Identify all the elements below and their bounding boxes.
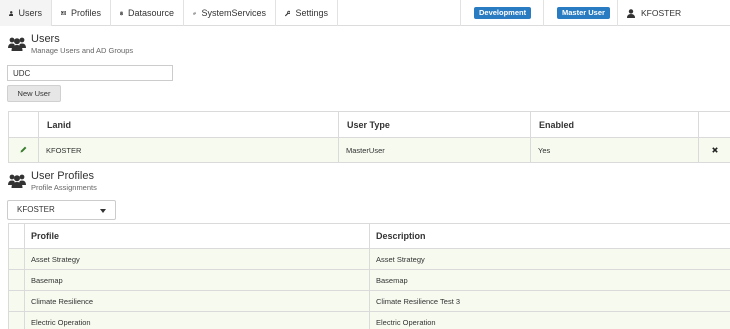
tab-users-label: Users [18,8,42,18]
delete-cell[interactable] [698,137,730,163]
environment-badge: Development [474,7,532,19]
tab-settings[interactable]: Settings [276,0,338,26]
gears-icon [193,11,197,15]
profile-cell: Asset Strategy [24,248,370,270]
tab-profiles[interactable]: Profiles [52,0,111,26]
users-group-icon [8,37,26,51]
tab-systemservices-label: SystemServices [201,8,266,18]
edit-cell[interactable] [8,137,39,163]
user-icon [9,10,14,16]
tab-settings-label: Settings [295,8,328,18]
users-table: Lanid User Type Enabled KFOSTER MasterUs… [8,111,730,163]
user-profiles-title: User Profiles [31,170,94,182]
nav-divider [460,0,461,26]
user-type-cell: MasterUser [338,137,531,163]
user-profiles-subtitle: Profile Assignments [31,183,97,192]
current-user-name: KFOSTER [641,8,682,18]
user-icon [627,8,635,18]
user-select-value: KFOSTER [17,205,55,214]
description-cell: Electric Operation [369,311,730,329]
table-row[interactable]: Asset Strategy Asset Strategy [8,248,730,270]
database-icon [120,11,123,15]
close-icon[interactable] [711,146,718,153]
tab-profiles-label: Profiles [70,8,101,18]
wrench-icon [285,10,291,16]
table-row[interactable]: Electric Operation Electric Operation [8,311,730,329]
user-search-input[interactable] [7,65,173,81]
pencil-icon[interactable] [20,146,27,153]
tab-users[interactable]: Users [0,0,52,26]
table-header-row: Lanid User Type Enabled [8,111,730,138]
tab-systemservices[interactable]: SystemServices [184,0,276,26]
description-cell: Asset Strategy [369,248,730,270]
select-column-header [8,223,25,249]
select-cell[interactable] [8,248,25,270]
users-title: Users [31,33,60,45]
edit-column-header [8,111,39,138]
column-header-description[interactable]: Description [369,223,730,249]
select-cell[interactable] [8,290,25,312]
new-user-button[interactable]: New User [7,85,61,102]
caret-down-icon [100,209,106,213]
users-subtitle: Manage Users and AD Groups [31,46,134,55]
user-select-dropdown[interactable]: KFOSTER [7,200,116,220]
nav-divider [617,0,618,26]
table-header-row: Profile Description [8,223,730,249]
profile-cell: Basemap [24,269,370,291]
select-cell[interactable] [8,269,25,291]
id-card-icon [61,11,66,15]
select-cell[interactable] [8,311,25,329]
description-cell: Basemap [369,269,730,291]
table-row[interactable]: Basemap Basemap [8,269,730,291]
column-header-user-type[interactable]: User Type [338,111,531,138]
role-badge: Master User [557,7,610,19]
profiles-table: Profile Description Asset Strategy Asset… [8,223,730,329]
column-header-enabled[interactable]: Enabled [530,111,699,138]
description-cell: Climate Resilience Test 3 [369,290,730,312]
profile-cell: Electric Operation [24,311,370,329]
tab-datasource[interactable]: Datasource [111,0,184,26]
table-row[interactable]: KFOSTER MasterUser Yes [8,137,730,163]
current-user-menu[interactable]: KFOSTER [627,0,681,26]
table-row[interactable]: Climate Resilience Climate Resilience Te… [8,290,730,312]
column-header-profile[interactable]: Profile [24,223,370,249]
column-header-lanid[interactable]: Lanid [38,111,339,138]
top-nav: Users Profiles Datasource SystemServices… [0,0,730,26]
tab-datasource-label: Datasource [127,8,174,18]
users-group-icon [8,174,26,188]
delete-column-header [698,111,730,138]
nav-divider [543,0,544,26]
enabled-cell: Yes [530,137,699,163]
lanid-cell: KFOSTER [38,137,339,163]
profile-cell: Climate Resilience [24,290,370,312]
